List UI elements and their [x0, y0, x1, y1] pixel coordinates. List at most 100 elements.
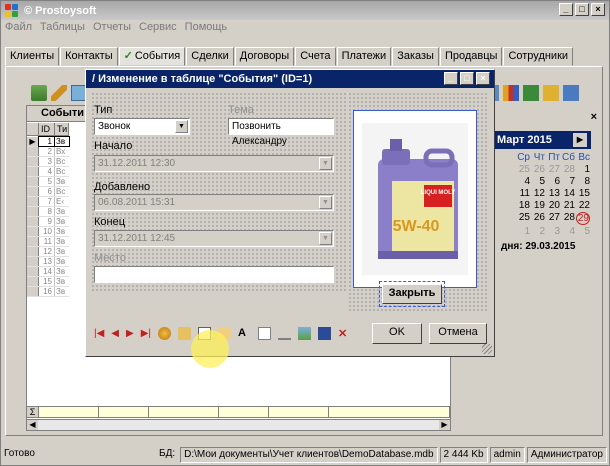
- start-label: Начало: [94, 140, 133, 152]
- chevron-down-icon[interactable]: ▼: [319, 157, 332, 170]
- check-icon: ✓: [123, 50, 133, 62]
- chevron-down-icon[interactable]: ▼: [175, 120, 188, 133]
- column-id[interactable]: ID: [39, 123, 55, 135]
- cursor-highlight: [191, 330, 229, 368]
- prev-record-icon[interactable]: ◀: [111, 328, 119, 339]
- table-row[interactable]: 8 Зв: [27, 207, 69, 217]
- scroll-right-icon[interactable]: ▶: [439, 420, 450, 430]
- add-record-icon[interactable]: [31, 85, 47, 101]
- chevron-down-icon[interactable]: ▼: [319, 232, 332, 245]
- menu-file[interactable]: Файл: [5, 21, 32, 37]
- edit-event-dialog: / Изменение в таблице "События" (ID=1) _…: [85, 69, 495, 357]
- table-row[interactable]: 5 Зв: [27, 177, 69, 187]
- table-rows: ▶ 1 Зв 2 Вх 3 Вс 4 Вс 5 Зв 6 Вс 7 Е‹ 8 Зв 9 Зв 10 З…: [27, 136, 70, 297]
- next-month-icon[interactable]: ▶: [573, 133, 587, 147]
- today-marker: 29: [576, 212, 590, 225]
- summary-row: Σ: [26, 406, 451, 418]
- chart-icon[interactable]: [503, 85, 519, 101]
- column-headers: ID Ти: [27, 123, 69, 136]
- title-bar: © Prostoysoft _ □ ×: [1, 1, 609, 20]
- product-image[interactable]: LIQUI MOLY 5W-40: [353, 110, 477, 288]
- tab-contacts[interactable]: Контакты: [60, 47, 118, 66]
- theme-field[interactable]: Позвонить Александру: [228, 118, 334, 147]
- dialog-maximize-button[interactable]: □: [460, 72, 474, 85]
- status-ready: Готово: [4, 448, 35, 459]
- field-icon[interactable]: [278, 327, 291, 340]
- table-row[interactable]: 14 Зв: [27, 267, 69, 277]
- svg-text:5W-40: 5W-40: [393, 218, 440, 235]
- tab-orders[interactable]: Заказы: [392, 47, 439, 66]
- close-window-button[interactable]: ×: [591, 3, 605, 16]
- tab-invoices[interactable]: Счета: [295, 47, 336, 66]
- close-image-button[interactable]: Закрыть: [379, 281, 445, 307]
- app-logo-icon: [5, 3, 21, 18]
- folder-icon[interactable]: [178, 327, 191, 340]
- table-row[interactable]: 7 Е‹: [27, 197, 69, 207]
- globe-icon[interactable]: [158, 327, 171, 340]
- menu-help[interactable]: Помощь: [185, 21, 228, 37]
- edit-pencil-icon[interactable]: [51, 85, 67, 101]
- table-row[interactable]: 3 Вс: [27, 157, 69, 167]
- dialog-close-button[interactable]: ×: [476, 72, 490, 85]
- table-row[interactable]: 9 Зв: [27, 217, 69, 227]
- picture-icon[interactable]: [298, 327, 311, 340]
- minimize-button[interactable]: _: [559, 3, 573, 16]
- checkbox-icon[interactable]: [258, 327, 271, 340]
- grid-view-icon[interactable]: [563, 85, 579, 101]
- start-field[interactable]: 31.12.2011 12:30 ▼: [94, 155, 334, 172]
- added-label: Добавлено: [94, 181, 151, 193]
- added-field[interactable]: 06.08.2011 15:31 ▼: [94, 194, 334, 211]
- table-row[interactable]: 13 Зв: [27, 257, 69, 267]
- tab-sellers[interactable]: Продавцы: [439, 47, 503, 66]
- last-record-icon[interactable]: ▶|: [141, 328, 151, 339]
- calendar-days: Ср Чт Пт Сб Вс 25 26 27 28 1 45678 11 12 13 14 15 18…: [517, 152, 590, 237]
- status-role: Администратор: [526, 447, 607, 463]
- status-size: 2 444 Kb: [439, 447, 488, 463]
- tab-events[interactable]: ✓ События: [118, 47, 186, 66]
- scroll-left-icon[interactable]: ◀: [27, 420, 38, 430]
- close-panel-icon[interactable]: ×: [591, 111, 597, 123]
- cancel-button[interactable]: Отмена: [429, 323, 487, 344]
- horizontal-scrollbar[interactable]: ◀ ▶: [26, 419, 451, 431]
- resize-grip-icon[interactable]: [482, 344, 492, 354]
- music-note-icon[interactable]: [523, 85, 539, 101]
- row-indicator-header: [27, 123, 39, 135]
- type-select[interactable]: Звонок ▼: [94, 118, 190, 135]
- tab-deals[interactable]: Сделки: [186, 47, 234, 66]
- menu-tables[interactable]: Таблицы: [40, 21, 85, 37]
- table-row[interactable]: 12 Зв: [27, 247, 69, 257]
- column-type[interactable]: Ти: [55, 123, 69, 135]
- table-row[interactable]: 6 Вс: [27, 187, 69, 197]
- today-label: дня: 29.03.2015: [501, 241, 576, 252]
- end-field[interactable]: 31.12.2011 12:45 ▼: [94, 230, 334, 247]
- export-icon[interactable]: [543, 85, 559, 101]
- dialog-title: / Изменение в таблице "События" (ID=1) _…: [86, 70, 494, 88]
- table-row[interactable]: ▶ 1 Зв: [27, 136, 70, 147]
- maximize-button[interactable]: □: [575, 3, 589, 16]
- save-icon[interactable]: [318, 327, 331, 340]
- type-label: Тип: [94, 104, 113, 116]
- dialog-minimize-button[interactable]: _: [444, 72, 458, 85]
- tab-employees[interactable]: Сотрудники: [503, 47, 574, 66]
- table-row[interactable]: 16 Зв: [27, 287, 69, 297]
- table-row[interactable]: 10 Зв: [27, 227, 69, 237]
- delete-icon[interactable]: ✕: [338, 327, 351, 340]
- table-row[interactable]: 2 Вх: [27, 147, 69, 157]
- first-record-icon[interactable]: |◀: [94, 328, 104, 339]
- chevron-down-icon[interactable]: ▼: [319, 196, 332, 209]
- menu-reports[interactable]: Отчеты: [93, 21, 131, 37]
- tab-contracts[interactable]: Договоры: [234, 47, 295, 66]
- text-style-icon[interactable]: A: [238, 327, 251, 340]
- menu-service[interactable]: Сервис: [139, 21, 177, 37]
- status-bar: Готово БД: D:\Мои документы\Учет клиенто…: [1, 445, 609, 465]
- tab-clients[interactable]: Клиенты: [5, 47, 60, 66]
- table-row[interactable]: 15 Зв: [27, 277, 69, 287]
- oil-canister-image: LIQUI MOLY 5W-40: [362, 123, 468, 275]
- ok-button[interactable]: OK: [372, 323, 422, 344]
- table-row[interactable]: 4 Вс: [27, 167, 69, 177]
- table-row[interactable]: 11 Зв: [27, 237, 69, 247]
- current-row-arrow-icon: ▶: [27, 137, 39, 146]
- tab-payments[interactable]: Платежи: [336, 47, 392, 66]
- place-field[interactable]: [94, 266, 334, 283]
- next-record-icon[interactable]: ▶: [126, 328, 134, 339]
